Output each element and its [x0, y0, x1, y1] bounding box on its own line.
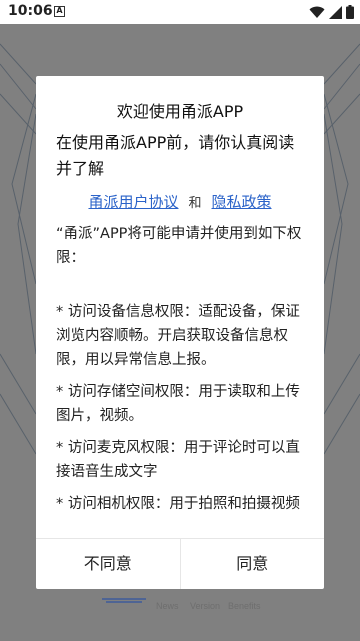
- background-bottom-nav: News Version Benefits: [100, 589, 300, 619]
- agree-button[interactable]: 同意: [179, 539, 325, 589]
- status-bar: 10:06 A: [0, 0, 360, 24]
- dialog-title: 欢迎使用甬派APP: [116, 102, 244, 121]
- disagree-button[interactable]: 不同意: [36, 539, 180, 589]
- privacy-policy-link[interactable]: 隐私政策: [212, 193, 272, 211]
- permission-item-camera: * 访问相机权限：用于拍照和拍摄视频: [56, 496, 300, 512]
- signal-icon: [329, 5, 342, 19]
- background-nav-underline: [102, 598, 146, 603]
- agreement-links: 甬派用户协议和隐私政策: [36, 191, 324, 212]
- permission-item-storage: * 访问存储空间权限：用于读取和上传图片，视频。: [56, 384, 300, 424]
- permissions-intro: “甬派”APP将可能申请并使用到如下权限：: [56, 226, 302, 266]
- privacy-dialog: 欢迎使用甬派APP 在使用甬派APP前，请你认真阅读并了解 甬派用户协议和隐私政…: [36, 76, 324, 589]
- background-nav-item: Benefits: [228, 601, 261, 611]
- dialog-lead-text: 在使用甬派APP前，请你认真阅读并了解: [56, 133, 295, 178]
- permissions-scroll-area[interactable]: “甬派”APP将可能申请并使用到如下权限： * 访问设备信息权限：适配设备，保证…: [56, 222, 308, 532]
- user-agreement-link[interactable]: 甬派用户协议: [88, 193, 178, 211]
- status-time: 10:06: [8, 3, 53, 19]
- and-label: 和: [188, 196, 202, 211]
- permission-item-device-info: * 访问设备信息权限：适配设备，保证浏览内容顺畅。开启获取设备信息权限，用以异常…: [56, 304, 300, 368]
- dialog-button-row: 不同意 同意: [36, 538, 324, 589]
- wifi-icon: [309, 6, 325, 18]
- notification-icon: A: [54, 6, 65, 17]
- battery-icon: [346, 5, 354, 19]
- permission-item-microphone: * 访问麦克风权限：用于评论时可以直接语音生成文字: [56, 440, 300, 480]
- background-nav-item: News: [156, 601, 179, 611]
- background-nav-item: Version: [190, 601, 221, 611]
- status-icons: [309, 5, 354, 19]
